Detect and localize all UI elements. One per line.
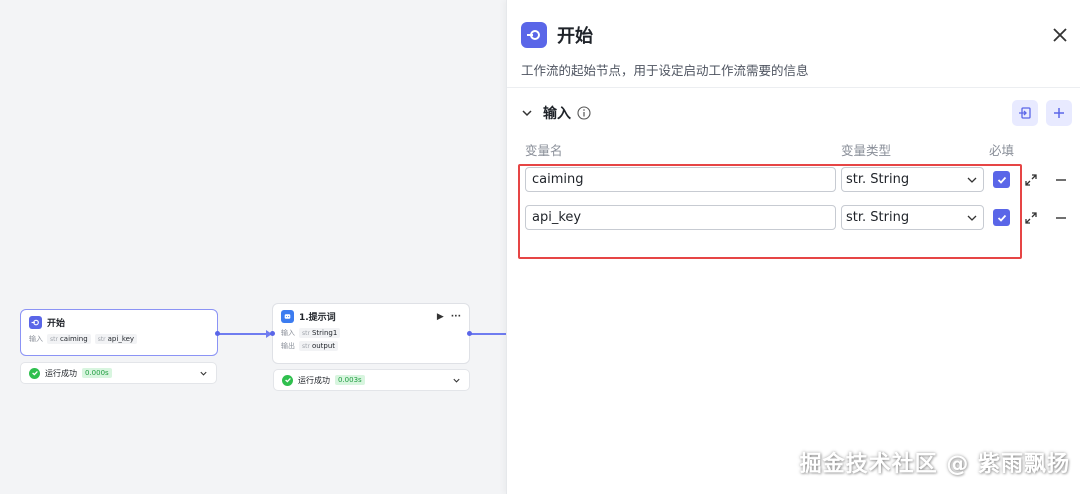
chevron-down-icon: [967, 215, 977, 221]
variable-tag: str output: [299, 341, 339, 351]
start-node-status-time: 0.000s: [82, 368, 112, 378]
variable-type-select[interactable]: str. String: [841, 167, 984, 192]
success-icon: [29, 367, 40, 379]
start-node-title: 开始: [47, 319, 66, 329]
start-node-output-port[interactable]: [215, 331, 220, 336]
required-checkbox[interactable]: [993, 209, 1010, 226]
info-icon[interactable]: [577, 106, 591, 120]
column-header-required: 必填: [989, 143, 1015, 158]
variable-tag: str caiming: [47, 334, 91, 344]
start-node[interactable]: 开始 输入 str caiming str api_key: [20, 309, 218, 356]
prompt-node-output-label: 输出: [281, 342, 295, 350]
start-node-icon: [521, 22, 547, 48]
variable-tag: str String1: [299, 328, 341, 338]
prompt-node-icon: [281, 310, 294, 323]
edge-prompt-out: [470, 333, 508, 335]
variable-name-input[interactable]: [525, 205, 836, 230]
remove-icon[interactable]: [1054, 211, 1068, 225]
chevron-down-icon[interactable]: [521, 107, 533, 119]
required-checkbox[interactable]: [993, 171, 1010, 188]
prompt-node-title: 1.提示词: [299, 313, 336, 323]
expand-icon[interactable]: [1024, 173, 1038, 187]
node-config-panel: 开始 工作流的起始节点，用于设定启动工作流需要的信息 输入 变量名 变量类型 必…: [506, 0, 1080, 494]
start-node-status[interactable]: 运行成功 0.000s: [20, 362, 217, 384]
prompt-node-input-port[interactable]: [270, 331, 275, 336]
import-icon: [1019, 107, 1031, 119]
play-icon[interactable]: ▶: [437, 312, 444, 322]
input-section-header[interactable]: 输入: [521, 100, 1072, 126]
variable-type-value: str. String: [846, 210, 910, 225]
expand-icon[interactable]: [1024, 211, 1038, 225]
success-icon: [282, 374, 293, 386]
column-header-type: 变量类型: [841, 143, 892, 158]
variable-type-select[interactable]: str. String: [841, 205, 984, 230]
variable-tag: str api_key: [94, 334, 138, 344]
prompt-node-status-time: 0.003s: [335, 375, 365, 385]
section-title: 输入: [543, 106, 571, 122]
plus-icon: [1054, 108, 1064, 118]
variable-name-input[interactable]: [525, 167, 836, 192]
ellipsis-icon[interactable]: ···: [451, 312, 461, 322]
chevron-down-icon: [967, 177, 977, 183]
edge-start-to-prompt: [218, 330, 272, 338]
prompt-node[interactable]: 1.提示词 ▶ ··· 输入 str String1 输出 str output: [272, 303, 470, 364]
panel-title: 开始: [557, 26, 593, 47]
panel-header: 开始 工作流的起始节点，用于设定启动工作流需要的信息: [507, 0, 1080, 88]
column-header-name: 变量名: [525, 143, 563, 158]
prompt-node-status[interactable]: 运行成功 0.003s: [273, 369, 470, 391]
add-variable-button[interactable]: [1046, 100, 1072, 126]
start-node-status-text: 运行成功: [45, 368, 77, 378]
prompt-node-output-port[interactable]: [467, 331, 472, 336]
checkmark-icon: [997, 214, 1006, 222]
checkmark-icon: [997, 176, 1006, 184]
start-node-input-label: 输入: [29, 335, 43, 343]
workflow-canvas[interactable]: 开始 输入 str caiming str api_key 运行成功 0.000s …: [0, 0, 508, 494]
prompt-node-input-label: 输入: [281, 329, 295, 337]
chevron-down-icon[interactable]: [452, 376, 461, 385]
remove-icon[interactable]: [1054, 173, 1068, 187]
start-node-icon: [29, 316, 42, 329]
watermark: 掘金技术社区 @ 紫雨飘扬: [799, 452, 1070, 477]
chevron-down-icon[interactable]: [199, 369, 208, 378]
prompt-node-status-text: 运行成功: [298, 375, 330, 385]
variable-type-value: str. String: [846, 172, 910, 187]
panel-description: 工作流的起始节点，用于设定启动工作流需要的信息: [521, 63, 809, 78]
close-icon[interactable]: [1050, 25, 1070, 45]
import-button[interactable]: [1012, 100, 1038, 126]
